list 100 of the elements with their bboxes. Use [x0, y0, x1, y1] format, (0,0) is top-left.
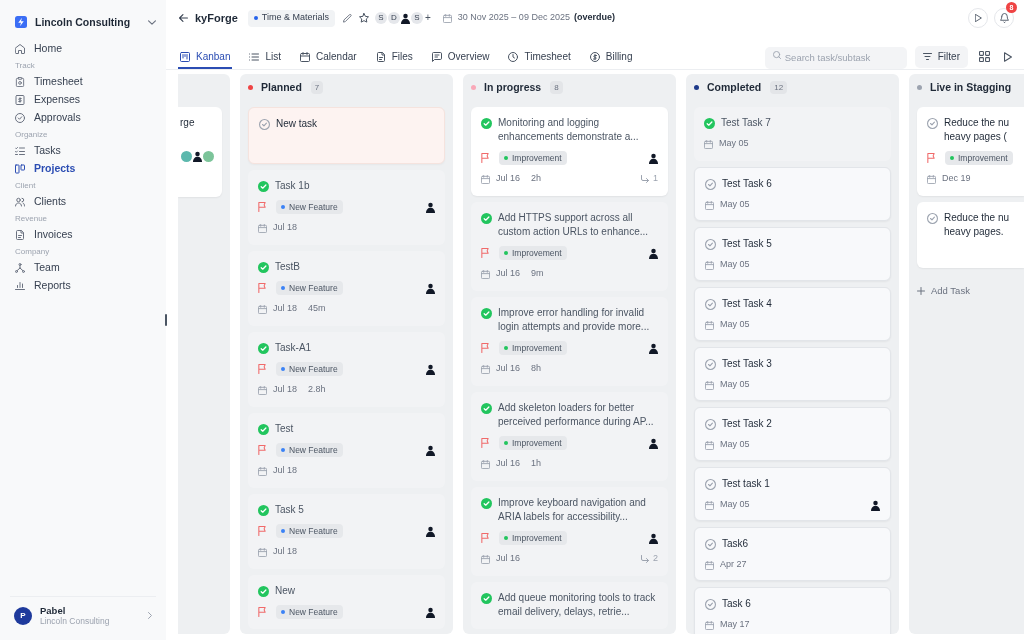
add-member-button[interactable]: +	[425, 12, 431, 24]
task-card[interactable]: New task	[248, 107, 445, 164]
section-label: Organize	[15, 129, 48, 141]
flag-icon[interactable]	[258, 283, 266, 293]
tab[interactable]: Calendar	[298, 40, 359, 69]
nav-item[interactable]: Home	[15, 40, 62, 58]
check-circle-icon[interactable]	[258, 504, 269, 516]
check-circle-outline-icon[interactable]	[927, 212, 938, 224]
check-circle-outline-icon[interactable]	[705, 418, 716, 430]
time-estimate: 1h	[531, 457, 542, 471]
task-card[interactable]: Test Task 4 May 05	[694, 287, 891, 341]
check-circle-icon[interactable]	[481, 497, 492, 509]
play-icon[interactable]	[1004, 51, 1012, 62]
check-circle-icon[interactable]	[258, 423, 269, 435]
due-date: Jul 18	[273, 221, 298, 235]
check-circle-icon[interactable]	[481, 117, 492, 129]
check-circle-icon[interactable]	[258, 585, 269, 597]
add-task-button[interactable]: Add Task	[917, 284, 970, 299]
tag-label: Improvement	[958, 153, 1008, 163]
flag-icon[interactable]	[481, 533, 489, 543]
task-card[interactable]: Add HTTPS support across all custom action URLs to enhance... Improvement Jul 16 9m	[471, 202, 668, 291]
search-field[interactable]: Search task/subtask	[764, 46, 907, 69]
check-circle-outline-icon[interactable]	[705, 298, 716, 310]
pencil-icon[interactable]	[343, 13, 352, 23]
task-card[interactable]: Test Task 7 May 05	[694, 107, 891, 161]
flag-icon[interactable]	[927, 153, 935, 163]
task-title: Add HTTPS support across all custom action URLs to enhance...	[498, 211, 650, 239]
tag-label: Improvement	[512, 533, 562, 543]
task-card[interactable]: Improve keyboard navigation and ARIA labels for accessibility... Improvement Jul 16 2	[471, 487, 668, 576]
nav-item[interactable]: Timesheet	[15, 73, 83, 91]
check-circle-icon[interactable]	[258, 342, 269, 354]
task-card[interactable]: Task 5 New Feature Jul 18	[248, 494, 445, 569]
nav-item[interactable]: Approvals	[15, 109, 81, 127]
check-circle-outline-icon[interactable]	[705, 358, 716, 370]
tab[interactable]: Kanban	[178, 40, 233, 69]
task-card[interactable]: Test Task 5 May 05	[694, 227, 891, 281]
task-title: Task 5	[275, 503, 304, 517]
task-card[interactable]: Improve error handling for invalid login attempts and provide more... Improvement Jul 16 8h	[471, 297, 668, 386]
check-circle-icon[interactable]	[258, 261, 269, 273]
check-circle-icon[interactable]	[704, 117, 715, 129]
subtask-count: 2	[653, 552, 658, 566]
task-card[interactable]: Test New Feature Jul 18	[248, 413, 445, 488]
nav-item[interactable]: Clients	[15, 193, 67, 211]
task-card[interactable]: Task6 Apr 27	[694, 527, 891, 581]
check-circle-outline-icon[interactable]	[705, 238, 716, 250]
tab[interactable]: Overview	[429, 40, 492, 69]
check-circle-outline-icon[interactable]	[705, 598, 716, 610]
tab[interactable]: List	[247, 40, 284, 69]
task-card[interactable]: Add skeleton loaders for better perceived performance during AP... Improvement Jul 16 1h	[471, 392, 668, 481]
check-circle-icon[interactable]	[481, 592, 492, 604]
tab[interactable]: Files	[373, 40, 415, 69]
flag-icon[interactable]	[481, 343, 489, 353]
task-card[interactable]: Test Task 3 May 05	[694, 347, 891, 401]
filter-button[interactable]: Filter	[914, 45, 968, 68]
nav-item[interactable]: Expenses	[15, 91, 81, 109]
chevron-down-icon[interactable]	[148, 19, 156, 25]
task-card[interactable]: TestB New Feature Jul 18 45m	[248, 251, 445, 326]
task-card[interactable]: Test Task 6 May 05	[694, 167, 891, 221]
tab[interactable]: Billing	[587, 40, 635, 69]
nav-item[interactable]: Projects	[15, 160, 76, 178]
check-circle-outline-icon[interactable]	[705, 178, 716, 190]
check-circle-outline-icon[interactable]	[927, 117, 938, 129]
nav-item[interactable]: Invoices	[15, 226, 73, 244]
flag-icon[interactable]	[481, 438, 489, 448]
flag-icon[interactable]	[258, 202, 266, 212]
nav-item[interactable]: Team	[15, 259, 60, 277]
check-circle-outline-icon[interactable]	[705, 538, 716, 550]
task-card[interactable]: Task-A1 New Feature Jul 18 2.8h	[248, 332, 445, 407]
flag-icon[interactable]	[258, 364, 266, 374]
resize-handle[interactable]	[165, 314, 167, 326]
task-card[interactable]: New New Feature	[248, 575, 445, 629]
check-circle-icon[interactable]	[481, 307, 492, 319]
checklist-icon	[15, 146, 25, 156]
star-icon[interactable]	[359, 13, 369, 23]
flag-icon[interactable]	[258, 445, 266, 455]
task-card[interactable]: Test task 1 May 05	[694, 467, 891, 521]
clipboard-clock-icon	[15, 77, 25, 87]
check-circle-icon[interactable]	[258, 180, 269, 192]
task-card[interactable]: Task 6 May 17	[694, 587, 891, 634]
chevron-right-icon[interactable]	[148, 612, 152, 619]
flag-icon[interactable]	[481, 153, 489, 163]
task-card[interactable]: Task 1b New Feature Jul 18	[248, 170, 445, 245]
task-card[interactable]: Reduce the nu heavy pages ( Improvement Dec 19	[917, 107, 1024, 196]
task-card[interactable]: Monitoring and logging enhancements demonstrate a... Improvement Jul 16 2h 1	[471, 107, 668, 196]
grid-view-icon[interactable]	[979, 51, 990, 62]
nav-item[interactable]: Reports	[15, 277, 71, 295]
task-card[interactable]: Add queue monitoring tools to track email delivery, delays, retrie...	[471, 582, 668, 629]
task-card[interactable]: Reduce the nu heavy pages.	[917, 202, 1024, 268]
check-circle-icon[interactable]	[481, 212, 492, 224]
flag-icon[interactable]	[258, 526, 266, 536]
flag-icon[interactable]	[258, 607, 266, 617]
check-circle-outline-icon[interactable]	[705, 478, 716, 490]
task-card[interactable]: rge	[178, 107, 222, 197]
task-card[interactable]: Test Task 2 May 05	[694, 407, 891, 461]
check-circle-icon[interactable]	[481, 402, 492, 414]
flag-icon[interactable]	[481, 248, 489, 258]
arrow-left-icon[interactable]	[179, 14, 188, 22]
nav-item[interactable]: Tasks	[15, 142, 61, 160]
check-circle-outline-icon[interactable]	[259, 118, 270, 130]
tab[interactable]: Timesheet	[506, 40, 573, 69]
